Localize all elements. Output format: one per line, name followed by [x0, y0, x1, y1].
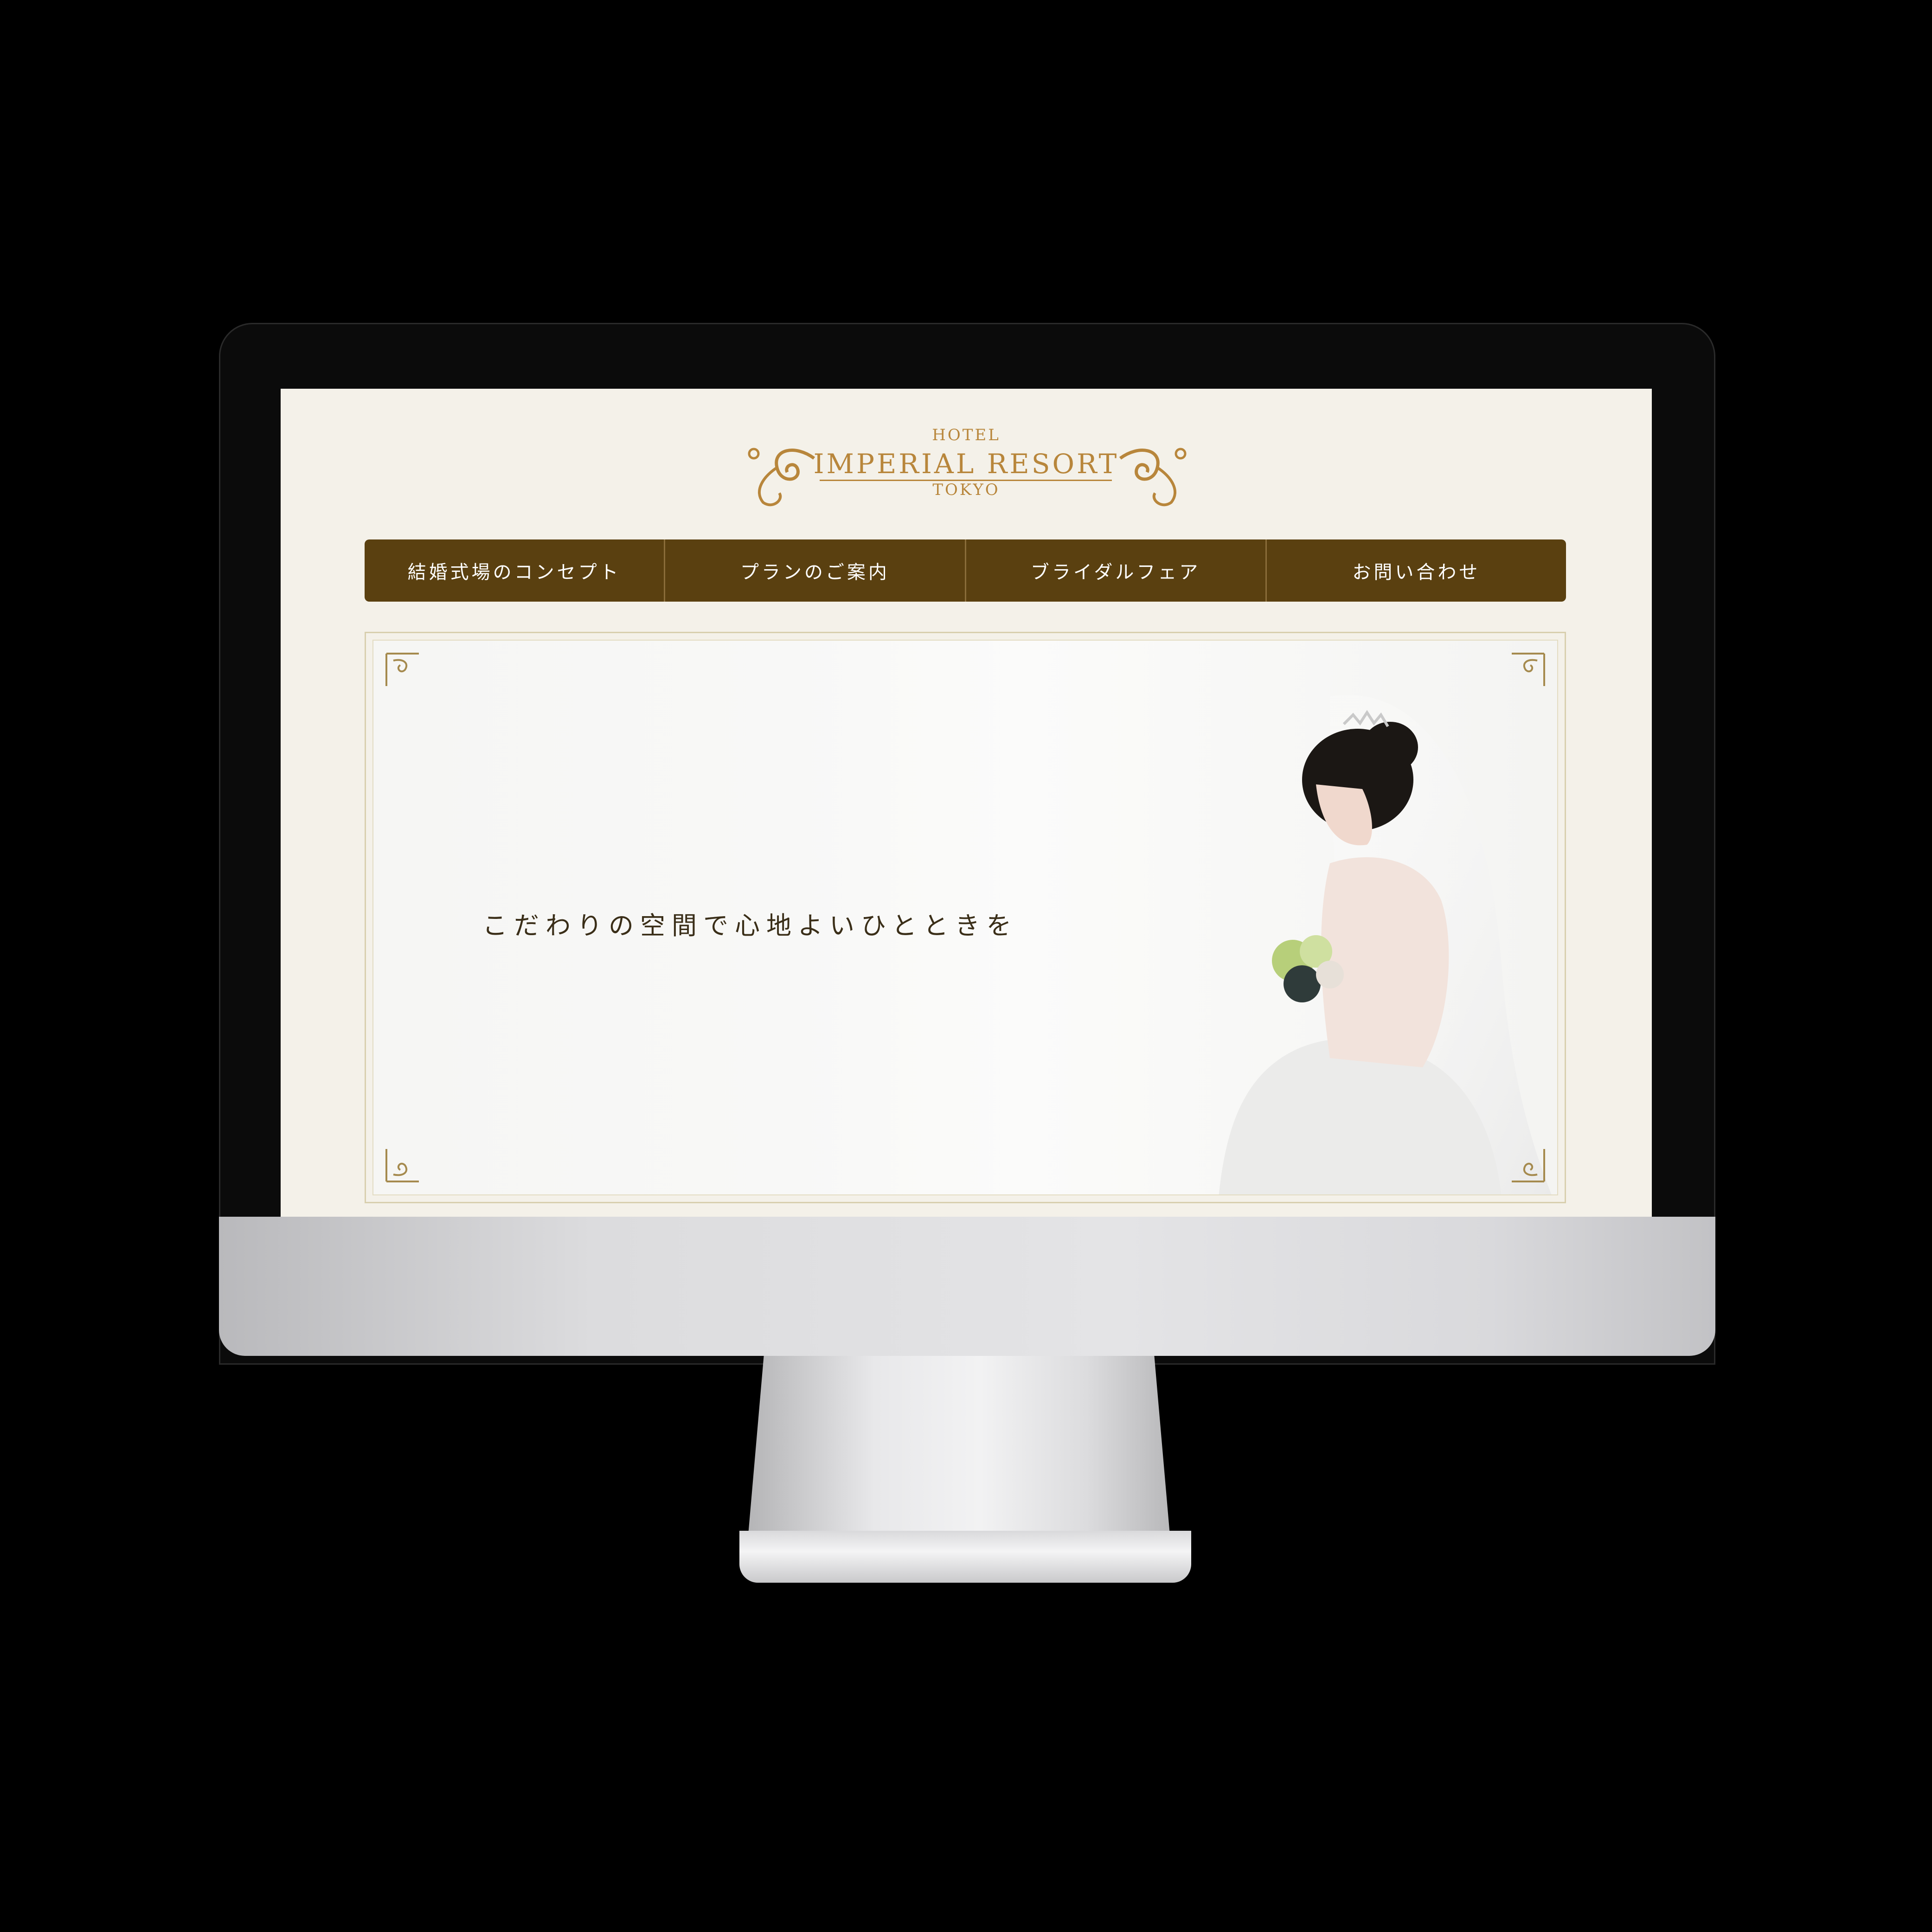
hero-image-area: こだわりの空間で心地よいひとときを: [372, 640, 1558, 1195]
bride-photo: [1219, 695, 1552, 1194]
nav-item-concept[interactable]: 結婚式場のコンセプト: [365, 539, 666, 602]
nav-item-bridal-fair[interactable]: ブライダルフェア: [966, 539, 1267, 602]
main-navigation: 結婚式場のコンセプト プランのご案内 ブライダルフェア お問い合わせ: [365, 539, 1566, 602]
monitor-stand-neck: [747, 1356, 1171, 1551]
nav-item-plans[interactable]: プランのご案内: [665, 539, 966, 602]
nav-item-contact[interactable]: お問い合わせ: [1267, 539, 1566, 602]
corner-ornament-icon: [385, 1149, 419, 1182]
monitor-chin: [219, 1217, 1715, 1356]
logo-city-text: TOKYO: [932, 481, 1000, 499]
corner-ornament-icon: [1512, 653, 1545, 686]
monitor-stand-base: [739, 1531, 1191, 1583]
hero-banner: こだわりの空間で心地よいひとときを: [365, 632, 1566, 1203]
logo-hotel-text: HOTEL: [932, 426, 1001, 444]
website-screen: HOTEL IMPERIAL RESORT TOKYO 結婚式場のコンセプト プ…: [281, 389, 1652, 1217]
corner-ornament-icon: [385, 653, 419, 686]
logo-brand-text: IMPERIAL RESORT: [813, 448, 1119, 480]
corner-ornament-icon: [1512, 1149, 1545, 1182]
hero-caption: こだわりの空間で心地よいひとときを: [482, 911, 1018, 940]
hotel-logo[interactable]: HOTEL IMPERIAL RESORT TOKYO: [281, 389, 1652, 528]
